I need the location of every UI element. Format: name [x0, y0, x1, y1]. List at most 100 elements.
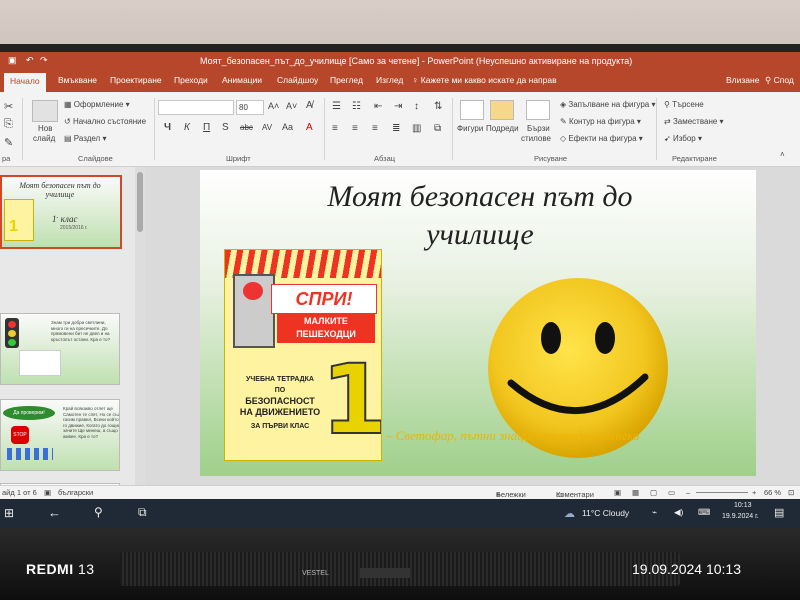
new-slide-label-1[interactable]: Нов [38, 124, 52, 133]
grow-font-icon[interactable]: A˄ [268, 101, 279, 111]
slide-thumbnail-3[interactable]: Да проверим! STOP Край всякакво отлет ще… [0, 399, 120, 471]
align-right-icon[interactable]: ≡ [372, 123, 378, 134]
zoom-out-icon[interactable]: – [686, 488, 690, 497]
bullets-icon[interactable]: ☰ [332, 101, 341, 112]
current-slide[interactable]: Моят безопасен път до училище СПРИ! МАЛК… [200, 170, 756, 476]
font-color-icon[interactable]: A [306, 122, 313, 133]
bold-icon[interactable]: Ч [164, 122, 171, 133]
tab-transitions[interactable]: Преходи [174, 75, 208, 85]
reading-view-icon[interactable]: ▢ [650, 488, 657, 497]
keyboard-icon[interactable]: ⌨ [698, 507, 710, 518]
undo-icon[interactable]: ↶ [26, 55, 34, 66]
collapse-ribbon-icon[interactable]: ˄ [780, 150, 785, 159]
slide-subtitle[interactable]: – Светофар, пътни знаци, пешеходна пътек… [386, 428, 640, 444]
section-button[interactable]: ▤ Раздел ▾ [64, 134, 106, 143]
text-direction-icon[interactable]: ⇅ [434, 101, 442, 112]
book-po-text: ПО [274, 387, 286, 394]
quick-styles-icon[interactable] [526, 100, 550, 120]
stop-sign-icon: STOP [11, 426, 29, 444]
slide-counter: айд 1 от 6 [2, 488, 37, 497]
char-spacing-icon[interactable]: AV [262, 123, 272, 132]
find-button[interactable]: ⚲ Търсене [664, 100, 704, 109]
zoom-slider[interactable] [696, 492, 748, 493]
tab-animations[interactable]: Анимации [222, 75, 262, 85]
decrease-indent-icon[interactable]: ⇤ [374, 101, 382, 112]
volume-icon[interactable]: ◀) [674, 507, 683, 518]
underline-icon[interactable]: П [203, 122, 210, 133]
line-spacing-icon[interactable]: ↕ [414, 101, 419, 112]
shape-effects-button[interactable]: ◇ Ефекти на фигура ▾ [560, 134, 643, 143]
tell-me-box[interactable]: ♀ Кажете ми какво искате да направ [412, 75, 557, 85]
select-label: Избор [672, 134, 696, 143]
back-arrow-icon[interactable]: ← [48, 505, 61, 520]
columns-icon[interactable]: ▥ [412, 123, 421, 134]
select-button[interactable]: ➹ Избор ▾ [664, 134, 702, 143]
new-slide-icon[interactable] [32, 100, 58, 122]
search-icon[interactable]: ⚲ [94, 505, 103, 519]
quick-styles-label-1[interactable]: Бързи [527, 124, 550, 133]
weather-text[interactable]: 11°C Cloudy [582, 508, 629, 518]
slide-thumbnail-pane[interactable]: Моят безопасен път до училище 1 1. клас … [0, 167, 135, 528]
font-name-input[interactable] [158, 100, 234, 115]
justify-icon[interactable]: ≣ [392, 123, 400, 134]
layout-button[interactable]: ▦ Оформление ▾ [64, 100, 130, 109]
zoom-level[interactable]: 66 % [764, 488, 781, 497]
tab-view[interactable]: Изглед [376, 75, 403, 85]
reset-button[interactable]: ↺ Начално състояние [64, 117, 146, 126]
zoom-in-icon[interactable]: + [752, 488, 756, 497]
task-view-icon[interactable]: ⧉ [138, 505, 147, 520]
workbook-cover-image[interactable]: СПРИ! МАЛКИТЕ ПЕШЕХОДЦИ УЧЕБНА ТЕТРАДКА … [224, 249, 382, 461]
strikethrough-icon[interactable]: abc [240, 123, 253, 132]
increase-indent-icon[interactable]: ⇥ [394, 101, 402, 112]
normal-view-icon[interactable]: ▣ [614, 488, 621, 497]
align-left-icon[interactable]: ≡ [332, 123, 338, 134]
slideshow-view-icon[interactable]: ▭ [668, 488, 675, 497]
shape-outline-button[interactable]: ✎ Контур на фигура ▾ [560, 117, 641, 126]
copy-icon[interactable]: ⎘ [4, 118, 13, 131]
change-case-icon[interactable]: Aa [282, 122, 293, 132]
thumbnail-scroll-thumb[interactable] [137, 172, 143, 232]
slide-thumbnail-1[interactable]: Моят безопасен път до училище 1 1. клас … [0, 175, 122, 249]
spellcheck-icon[interactable]: ▣ [44, 488, 51, 497]
network-icon[interactable]: ⌁ [652, 507, 657, 518]
sign-in-link[interactable]: Влизане [726, 75, 759, 85]
slide-title[interactable]: Моят безопасен път до училище [270, 178, 690, 254]
tab-slideshow[interactable]: Слайдшоу [277, 75, 318, 85]
cut-icon[interactable]: ✂ [4, 100, 13, 113]
format-painter-icon[interactable]: ✎ [4, 136, 13, 149]
separator [22, 98, 23, 160]
tab-insert[interactable]: Вмъкване [58, 75, 97, 85]
language-indicator[interactable]: български [58, 488, 93, 497]
clear-format-icon[interactable]: A̸ [306, 100, 313, 111]
share-button[interactable]: ⚲ Спод [765, 75, 794, 86]
numbering-icon[interactable]: ☷ [352, 101, 361, 112]
save-icon[interactable]: ▣ [8, 55, 17, 66]
shrink-font-icon[interactable]: A˅ [286, 101, 297, 111]
arrange-icon[interactable] [490, 100, 514, 120]
windows-start-icon[interactable]: ⊞ [4, 506, 14, 520]
shapes-icon[interactable] [460, 100, 484, 120]
fit-slide-icon[interactable]: ⊡ [788, 488, 794, 497]
italic-icon[interactable]: К [184, 122, 190, 133]
shapes-label[interactable]: Фигури [457, 124, 483, 133]
new-slide-label-2[interactable]: слайд [33, 134, 55, 143]
font-size-input[interactable]: 80 [236, 100, 264, 115]
monitor-brand: VESTEL [302, 570, 329, 577]
slide-thumbnail-2[interactable]: Знам три добри светлини, много ги на пре… [0, 313, 120, 385]
taskbar-time[interactable]: 10:13 [734, 502, 752, 509]
replace-button[interactable]: ⇄ Заместване ▾ [664, 117, 724, 126]
quick-styles-label-2[interactable]: стилове [521, 134, 551, 143]
sorter-view-icon[interactable]: ▦ [632, 488, 639, 497]
shadow-icon[interactable]: S [222, 122, 229, 133]
smartart-icon[interactable]: ⧉ [434, 123, 441, 134]
align-center-icon[interactable]: ≡ [352, 123, 358, 134]
tab-home[interactable]: Начало [4, 73, 46, 93]
shape-fill-button[interactable]: ◈ Запълване на фигура ▾ [560, 100, 655, 109]
redo-icon[interactable]: ↷ [40, 55, 48, 66]
tab-review[interactable]: Преглед [330, 75, 363, 85]
notification-icon[interactable]: ▤ [774, 506, 784, 519]
arrange-label[interactable]: Подреди [486, 124, 519, 133]
taskbar-date[interactable]: 19.9.2024 г. [722, 513, 759, 520]
cloud-icon: ☁ [564, 508, 575, 520]
tab-design[interactable]: Проектиране [110, 75, 162, 85]
